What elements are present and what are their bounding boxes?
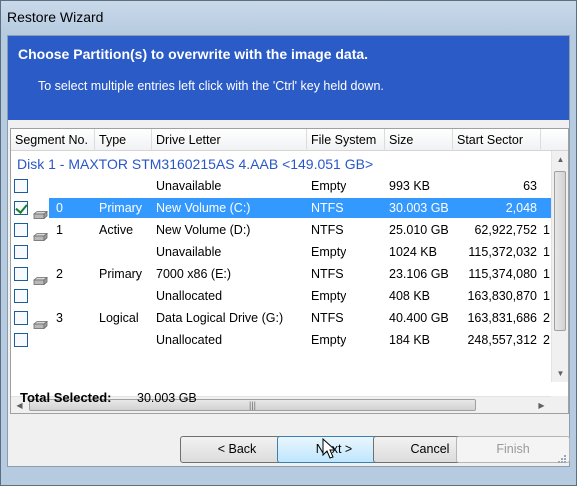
window-title: Restore Wizard: [7, 9, 104, 25]
hard-drive-icon: [32, 204, 49, 220]
header-title: Choose Partition(s) to overwrite with th…: [18, 46, 369, 62]
vertical-scrollbar[interactable]: ▲ ▼: [551, 151, 568, 382]
file-system-cell: NTFS: [311, 311, 344, 325]
size-cell: 30.003 GB: [389, 201, 449, 215]
size-cell: 184 KB: [389, 333, 431, 347]
start-sector-cell: 163,830,870: [467, 289, 537, 303]
file-system-cell: Empty: [311, 333, 347, 347]
total-selected-value: 30.003 GB: [137, 391, 197, 405]
size-cell: 408 KB: [389, 289, 431, 303]
drive-letter-cell: New Volume (D:): [156, 223, 251, 237]
file-system-cell: Empty: [311, 245, 347, 259]
partition-checkbox[interactable]: [14, 179, 28, 193]
scroll-up-arrow-icon[interactable]: ▲: [552, 151, 568, 168]
resize-grip-icon[interactable]: [557, 454, 567, 464]
type-cell: Primary: [99, 201, 143, 215]
start-sector-cell: 115,374,080: [468, 267, 537, 281]
type-cell: Primary: [99, 267, 143, 281]
start-sector-cell: 63: [523, 179, 537, 193]
partition-row[interactable]: 3 Logical Data Logical Drive (G:) NTFS 40.40…: [11, 307, 551, 330]
disk-header-row[interactable]: Disk 1 - MAXTOR STM3160215AS 4.AAB <149.…: [11, 153, 551, 175]
column-drive-letter[interactable]: Drive Letter: [152, 129, 307, 151]
start-sector-cell: 163,831,686: [467, 311, 537, 325]
drive-letter-cell: Unallocated: [156, 333, 223, 347]
file-system-cell: NTFS: [311, 201, 344, 215]
file-system-cell: NTFS: [311, 267, 344, 281]
segment-cell: 0: [56, 201, 63, 215]
partition-checkbox[interactable]: [14, 333, 28, 347]
size-cell: 1024 KB: [389, 245, 437, 259]
segment-cell: 1: [56, 223, 63, 237]
finish-button: Finish: [456, 436, 570, 463]
size-cell: 25.010 GB: [389, 223, 449, 237]
start-sector-cell: 2,048: [505, 201, 537, 215]
partition-row[interactable]: Unallocated Empty 408 KB 163,830,870 1: [11, 285, 551, 307]
drive-letter-cell: New Volume (C:): [156, 201, 251, 215]
column-size[interactable]: Size: [385, 129, 453, 151]
partition-checkbox[interactable]: [14, 201, 28, 215]
column-segment-no[interactable]: Segment No.: [11, 129, 95, 151]
partition-list[interactable]: Segment No. Type Drive Letter File Syste…: [10, 128, 569, 414]
partition-checkbox[interactable]: [14, 245, 28, 259]
partition-row[interactable]: 1 Active New Volume (D:) NTFS 25.010 GB 62,92…: [11, 219, 551, 242]
restore-wizard-window: Restore Wizard Choose Partition(s) to ov…: [0, 0, 577, 486]
start-sector-cell: 248,557,312: [467, 333, 537, 347]
partition-rows: Unavailable Empty 993 KB 63 0 Primary New Volu…: [11, 175, 551, 351]
wizard-client-area: Choose Partition(s) to overwrite with th…: [7, 35, 570, 467]
partition-row[interactable]: Unavailable Empty 993 KB 63: [11, 175, 551, 197]
partition-checkbox[interactable]: [14, 267, 28, 281]
hard-drive-icon: [32, 270, 49, 286]
start-sector-cell: 115,372,032: [468, 245, 537, 259]
drive-letter-cell: 7000 x86 (E:): [156, 267, 232, 281]
partition-row[interactable]: Unavailable Empty 1024 KB 115,372,032 1: [11, 241, 551, 263]
wizard-header: Choose Partition(s) to overwrite with th…: [8, 36, 569, 120]
file-system-cell: Empty: [311, 179, 347, 193]
partition-checkbox[interactable]: [14, 311, 28, 325]
hard-drive-icon: [32, 314, 49, 330]
partition-row[interactable]: 0 Primary New Volume (C:) NTFS 30.003 GB 2,04…: [11, 197, 551, 220]
column-overflow: [541, 129, 568, 151]
hard-drive-icon: [32, 226, 49, 242]
segment-cell: 3: [56, 311, 63, 325]
file-system-cell: NTFS: [311, 223, 344, 237]
column-header: Segment No. Type Drive Letter File Syste…: [11, 129, 568, 151]
type-cell: Logical: [99, 311, 139, 325]
partition-row[interactable]: 2 Primary 7000 x86 (E:) NTFS 23.106 GB 115,37…: [11, 263, 551, 286]
title-bar[interactable]: Restore Wizard: [1, 1, 576, 35]
column-file-system[interactable]: File System: [307, 129, 385, 151]
column-start-sector[interactable]: Start Sector: [453, 129, 541, 151]
total-selected-label: Total Selected:: [20, 390, 112, 405]
drive-letter-cell: Data Logical Drive (G:): [156, 311, 284, 325]
scrollbar-corner: [551, 396, 568, 413]
scroll-down-arrow-icon[interactable]: ▼: [552, 365, 568, 382]
drive-letter-cell: Unallocated: [156, 289, 223, 303]
type-cell: Active: [99, 223, 134, 237]
header-subtitle: To select multiple entries left click wi…: [38, 79, 384, 93]
file-system-cell: Empty: [311, 289, 347, 303]
size-cell: 993 KB: [389, 179, 431, 193]
start-sector-cell: 62,922,752: [474, 223, 537, 237]
partition-row[interactable]: Unallocated Empty 184 KB 248,557,312 2: [11, 329, 551, 351]
size-cell: 23.106 GB: [389, 267, 449, 281]
vertical-scroll-thumb[interactable]: [554, 171, 566, 331]
size-cell: 40.400 GB: [389, 311, 449, 325]
column-type[interactable]: Type: [95, 129, 152, 151]
partition-checkbox[interactable]: [14, 223, 28, 237]
mouse-pointer-icon: [322, 438, 337, 459]
drive-letter-cell: Unavailable: [156, 179, 222, 193]
segment-cell: 2: [56, 267, 63, 281]
scroll-right-arrow-icon[interactable]: ▶: [533, 397, 550, 413]
drive-letter-cell: Unavailable: [156, 245, 222, 259]
partition-checkbox[interactable]: [14, 289, 28, 303]
